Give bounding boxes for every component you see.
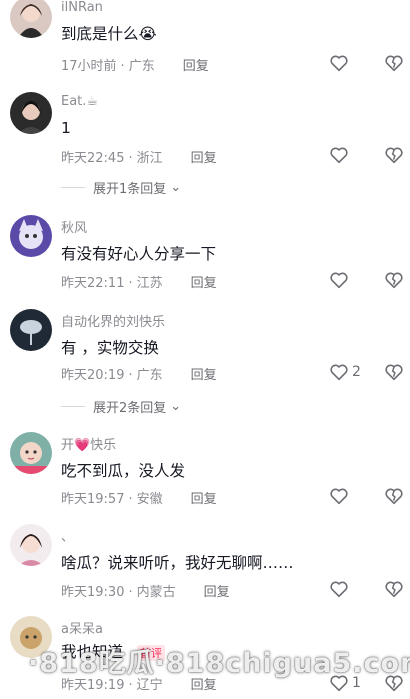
reply-button[interactable]: 回复	[183, 59, 209, 74]
comment-text: 有没有好心人分享一下	[61, 245, 217, 263]
avatar[interactable]	[10, 432, 52, 474]
heart-icon	[330, 272, 348, 289]
comment-time: 昨天19:57	[61, 492, 125, 507]
dislike-button[interactable]	[383, 485, 405, 511]
like-button[interactable]	[328, 144, 350, 166]
reply-button[interactable]: 回复	[191, 151, 217, 166]
reply-button[interactable]: 回复	[191, 276, 217, 291]
comment-location: 江苏	[136, 276, 163, 291]
reply-button[interactable]: 回复	[191, 368, 217, 383]
reply-button[interactable]: 回复	[204, 585, 230, 600]
broken-heart-icon	[385, 581, 403, 598]
watermark: ·818吃瓜·818chigua5.com	[28, 648, 410, 679]
expand-replies-button[interactable]: 展开1条回复 ⌄	[61, 178, 181, 197]
broken-heart-icon	[385, 147, 403, 164]
dislike-button[interactable]	[383, 269, 405, 295]
comment-time: 昨天22:45	[61, 151, 125, 166]
comment-location: 广东	[136, 368, 163, 383]
username[interactable]: 、	[61, 526, 74, 545]
comment-time: 昨天20:19	[61, 368, 125, 383]
reply-button[interactable]: 回复	[191, 678, 217, 693]
like-count: 2	[352, 364, 361, 380]
heart-icon	[330, 581, 348, 598]
heart-icon	[330, 55, 348, 72]
reply-button[interactable]: 回复	[191, 492, 217, 507]
chevron-down-icon: ⌄	[170, 180, 182, 195]
username[interactable]: 开💗快乐	[61, 434, 116, 453]
chevron-down-icon: ⌄	[170, 399, 182, 414]
like-button[interactable]	[328, 485, 350, 507]
like-button[interactable]	[328, 269, 350, 291]
expand-replies-button[interactable]: 展开2条回复 ⌄	[61, 397, 181, 416]
username[interactable]: a呆呆a	[61, 618, 103, 637]
comment-location: 广东	[128, 59, 155, 74]
comment-text: 有 ，实物交换	[61, 339, 159, 357]
broken-heart-icon	[385, 488, 403, 505]
dislike-button[interactable]	[383, 361, 405, 387]
like-button[interactable]	[328, 52, 350, 74]
avatar[interactable]	[10, 92, 52, 134]
comment-time: 昨天19:19	[61, 678, 125, 693]
comment-text: 啥瓜？说来听听，我好无聊啊……	[61, 554, 294, 572]
expand-replies-label: 展开2条回复	[93, 401, 167, 416]
heart-icon	[330, 364, 348, 381]
broken-heart-icon	[385, 55, 403, 72]
avatar[interactable]	[10, 215, 52, 257]
comment-meta: 昨天20:19 · 广东 回复	[61, 368, 217, 383]
avatar[interactable]	[10, 309, 52, 351]
comment-location: 安徽	[136, 492, 163, 507]
comment-meta: 昨天19:57 · 安徽 回复	[61, 492, 217, 507]
avatar[interactable]	[10, 0, 52, 38]
comment-meta: 昨天22:45 · 浙江 回复	[61, 151, 217, 166]
comment-meta: 昨天19:30 · 内蒙古 回复	[61, 585, 230, 600]
dislike-button[interactable]	[383, 52, 405, 78]
comment-meta: 昨天22:11 · 江苏 回复	[61, 276, 217, 291]
username[interactable]: Eat.☕	[61, 94, 98, 109]
like-button[interactable]	[328, 578, 350, 600]
broken-heart-icon	[385, 364, 403, 381]
comment-location: 内蒙古	[136, 585, 176, 600]
comment-time: 昨天19:30	[61, 585, 125, 600]
divider	[61, 406, 85, 407]
comment-text: 1	[61, 119, 71, 137]
comment-text: 吃不到瓜，没人发	[61, 462, 186, 480]
broken-heart-icon	[385, 272, 403, 289]
comment-meta: 17小时前 · 广东 回复	[61, 59, 209, 74]
username[interactable]: 秋风	[61, 217, 87, 236]
username[interactable]: 自动化界的刘快乐	[61, 311, 165, 330]
comment-text: 到底是什么😭	[61, 25, 157, 43]
expand-replies-label: 展开1条回复	[93, 182, 167, 197]
username[interactable]: ilNRan	[61, 0, 103, 15]
comment-time: 17小时前	[61, 59, 117, 74]
like-button[interactable]: 2	[328, 361, 361, 383]
dislike-button[interactable]	[383, 578, 405, 604]
heart-icon	[330, 488, 348, 505]
divider	[61, 187, 85, 188]
heart-icon	[330, 147, 348, 164]
comment-location: 浙江	[136, 151, 163, 166]
comment-time: 昨天22:11	[61, 276, 125, 291]
dislike-button[interactable]	[383, 144, 405, 170]
avatar[interactable]	[10, 524, 52, 566]
comment-location: 辽宁	[136, 678, 163, 693]
